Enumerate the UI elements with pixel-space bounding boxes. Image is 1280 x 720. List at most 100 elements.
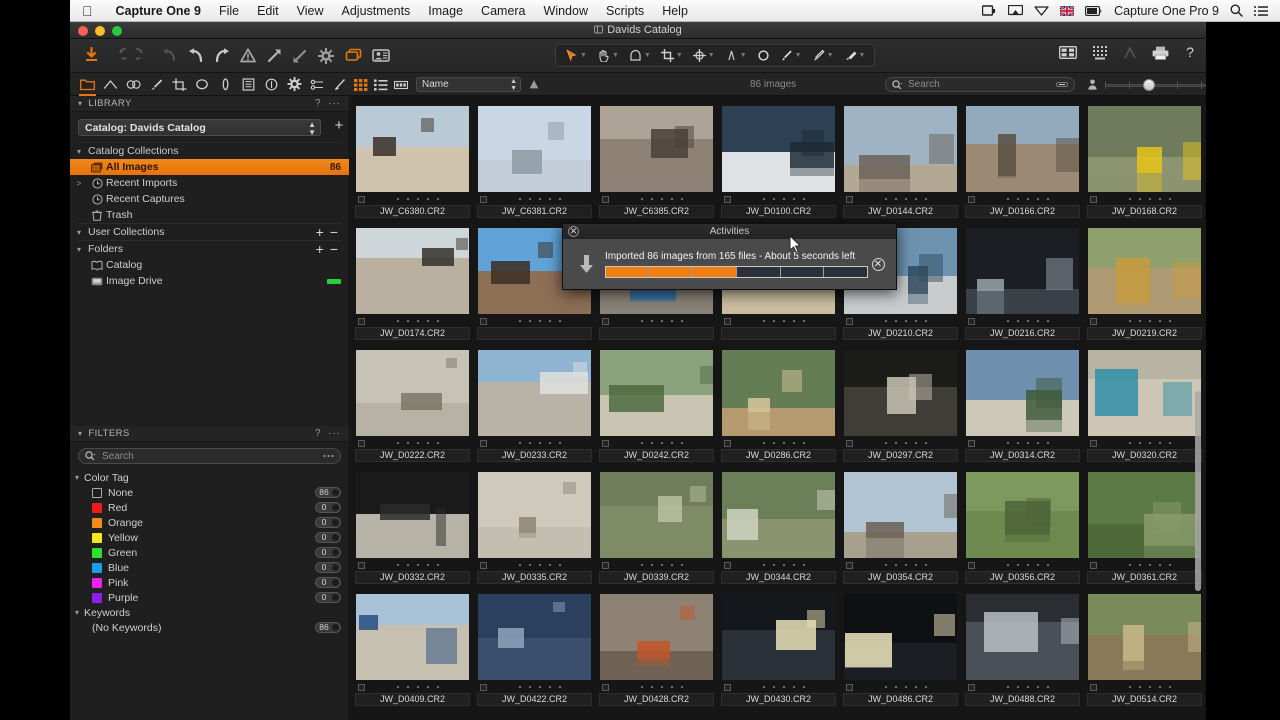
select-checkbox[interactable] [1090,317,1097,325]
star-dot[interactable] [680,442,683,444]
thumbnail-cell[interactable]: JW_D0514.CR2 [1087,715,1202,720]
thumbnail-cell[interactable]: JW_D0233.CR2 [477,349,592,462]
star-dot[interactable] [914,686,917,688]
select-checkbox[interactable] [480,195,487,203]
star-dot[interactable] [1128,320,1131,322]
star-dot[interactable] [660,198,663,200]
thumbnail-cell[interactable]: JW_C6380.CR2 [355,105,470,218]
filter-row-red[interactable]: Red 0 [70,500,349,515]
star-dot[interactable] [538,686,541,688]
star-dot[interactable] [1148,198,1151,200]
thumbnail-wrapper[interactable] [1087,349,1202,437]
star-rating[interactable] [365,198,470,200]
star-dot[interactable] [426,198,429,200]
star-rating[interactable] [365,442,470,444]
star-dot[interactable] [904,320,907,322]
star-dot[interactable] [792,442,795,444]
thumbnail-wrapper[interactable] [355,105,470,193]
menu-item-capture-one[interactable]: Capture One 9 [107,4,210,18]
star-dot[interactable] [670,320,673,322]
thumbnail-cell[interactable]: JW_D0354.CR2 [843,471,958,584]
lens-tab[interactable] [122,73,145,96]
menu-item-file[interactable]: File [210,4,248,18]
star-dot[interactable] [924,442,927,444]
star-dot[interactable] [894,198,897,200]
zoom-window-button[interactable] [112,26,122,36]
star-rating[interactable] [731,686,836,688]
select-checkbox[interactable] [480,317,487,325]
thumbnail-cell[interactable]: JW_D0428.CR2 [599,593,714,706]
grid-proof-icon[interactable] [1092,45,1108,60]
star-rating[interactable] [975,198,1080,200]
star-rating[interactable] [731,564,836,566]
filters-search-input[interactable]: Search [78,448,341,464]
thumbnail-image[interactable] [600,594,713,680]
text-annotation-icon[interactable] [1123,45,1137,60]
star-dot[interactable] [904,198,907,200]
star-dot[interactable] [1168,564,1171,566]
filters-panel-header[interactable]: ▾ FILTERS ? ··· [70,426,349,442]
star-dot[interactable] [894,320,897,322]
star-dot[interactable] [406,442,409,444]
star-dot[interactable] [670,198,673,200]
star-rating[interactable] [365,686,470,688]
thumbnail-cell[interactable]: JW_D0314.CR2 [965,349,1080,462]
select-checkbox[interactable] [846,439,853,447]
star-dot[interactable] [518,442,521,444]
thumbnail-cell[interactable]: JW_D0100.CR2 [721,105,836,218]
star-rating[interactable] [1097,198,1202,200]
thumbnail-image[interactable] [600,472,713,558]
select-checkbox[interactable] [358,561,365,569]
select-checkbox[interactable] [1090,439,1097,447]
star-dot[interactable] [416,198,419,200]
star-rating[interactable] [975,442,1080,444]
star-dot[interactable] [436,320,439,322]
star-dot[interactable] [670,686,673,688]
star-rating[interactable] [487,320,592,322]
filter-row-orange[interactable]: Orange 0 [70,515,349,530]
thumbnail-image[interactable] [844,350,957,436]
thumbnail-cell[interactable]: JW_D0320.CR2 [1087,349,1202,462]
star-dot[interactable] [680,686,683,688]
thumbnail-image[interactable] [356,106,469,192]
star-dot[interactable] [904,442,907,444]
thumbnail-image[interactable] [1088,228,1201,314]
thumbnail-wrapper[interactable] [1087,471,1202,559]
star-rating[interactable] [609,686,714,688]
menu-item-view[interactable]: View [288,4,333,18]
star-rating[interactable] [853,564,958,566]
star-dot[interactable] [538,320,541,322]
star-dot[interactable] [548,198,551,200]
thumbnail-wrapper[interactable] [355,227,470,315]
star-rating[interactable] [975,320,1080,322]
star-dot[interactable] [538,198,541,200]
star-dot[interactable] [1138,442,1141,444]
select-checkbox[interactable] [968,561,975,569]
apply-arrow-icon[interactable] [214,47,230,64]
thumbnail-image[interactable] [478,594,591,680]
thumbnail-wrapper[interactable] [355,715,470,720]
star-rating[interactable] [365,320,470,322]
library-tab[interactable] [76,73,99,96]
star-dot[interactable] [1148,442,1151,444]
select-checkbox[interactable] [358,683,365,691]
menu-item-adjustments[interactable]: Adjustments [333,4,420,18]
thumbnail-wrapper[interactable] [355,349,470,437]
sidebar-item-all-images[interactable]: All Images 86 [70,159,349,175]
details-tab[interactable] [191,73,214,96]
crop-overlay-tool[interactable]: ▼ [624,49,656,62]
star-rating[interactable] [487,442,592,444]
thumbnail-wrapper[interactable] [1087,715,1202,720]
sidebar-item-image-drive[interactable]: Image Drive [70,273,349,289]
thumbnail-wrapper[interactable] [355,593,470,681]
help-icon[interactable]: ? [1184,45,1196,60]
filter-row-blue[interactable]: Blue 0 [70,560,349,575]
star-dot[interactable] [802,442,805,444]
remove-user-collection-button[interactable]: − [327,225,341,239]
select-checkbox[interactable] [1090,683,1097,691]
thumbnail-image[interactable] [966,350,1079,436]
select-checkbox[interactable] [724,439,731,447]
thumbnail-cell[interactable]: JW_D0339.CR2 [599,471,714,584]
star-dot[interactable] [914,564,917,566]
star-dot[interactable] [640,686,643,688]
